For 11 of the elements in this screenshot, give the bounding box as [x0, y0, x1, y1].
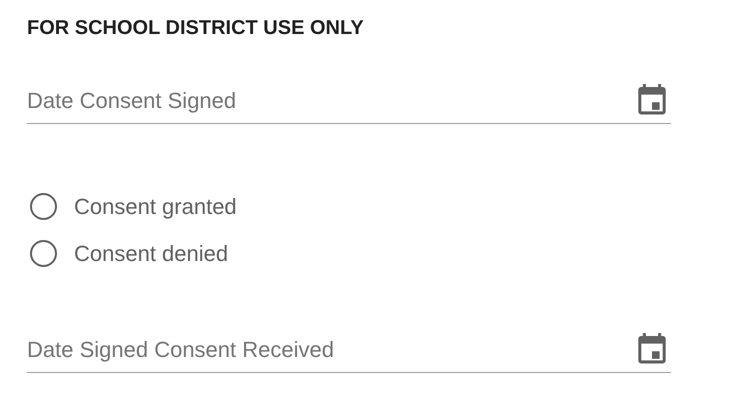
- date-input[interactable]: Date Consent Signed: [27, 82, 638, 117]
- section-title: FOR SCHOOL DISTRICT USE ONLY: [27, 16, 365, 41]
- calendar-icon[interactable]: [638, 84, 666, 116]
- radio-label: Consent denied: [74, 240, 228, 268]
- calendar-icon[interactable]: [638, 332, 666, 364]
- date-field[interactable]: Date Consent Signed: [27, 76, 671, 124]
- radio-label: Consent granted: [74, 192, 237, 221]
- date-field[interactable]: Date Signed Consent Received: [27, 325, 671, 373]
- consent-radio[interactable]: Consent granted: [30, 192, 739, 220]
- consent-radio[interactable]: Consent denied: [30, 239, 739, 267]
- date-input[interactable]: Date Signed Consent Received: [27, 331, 638, 366]
